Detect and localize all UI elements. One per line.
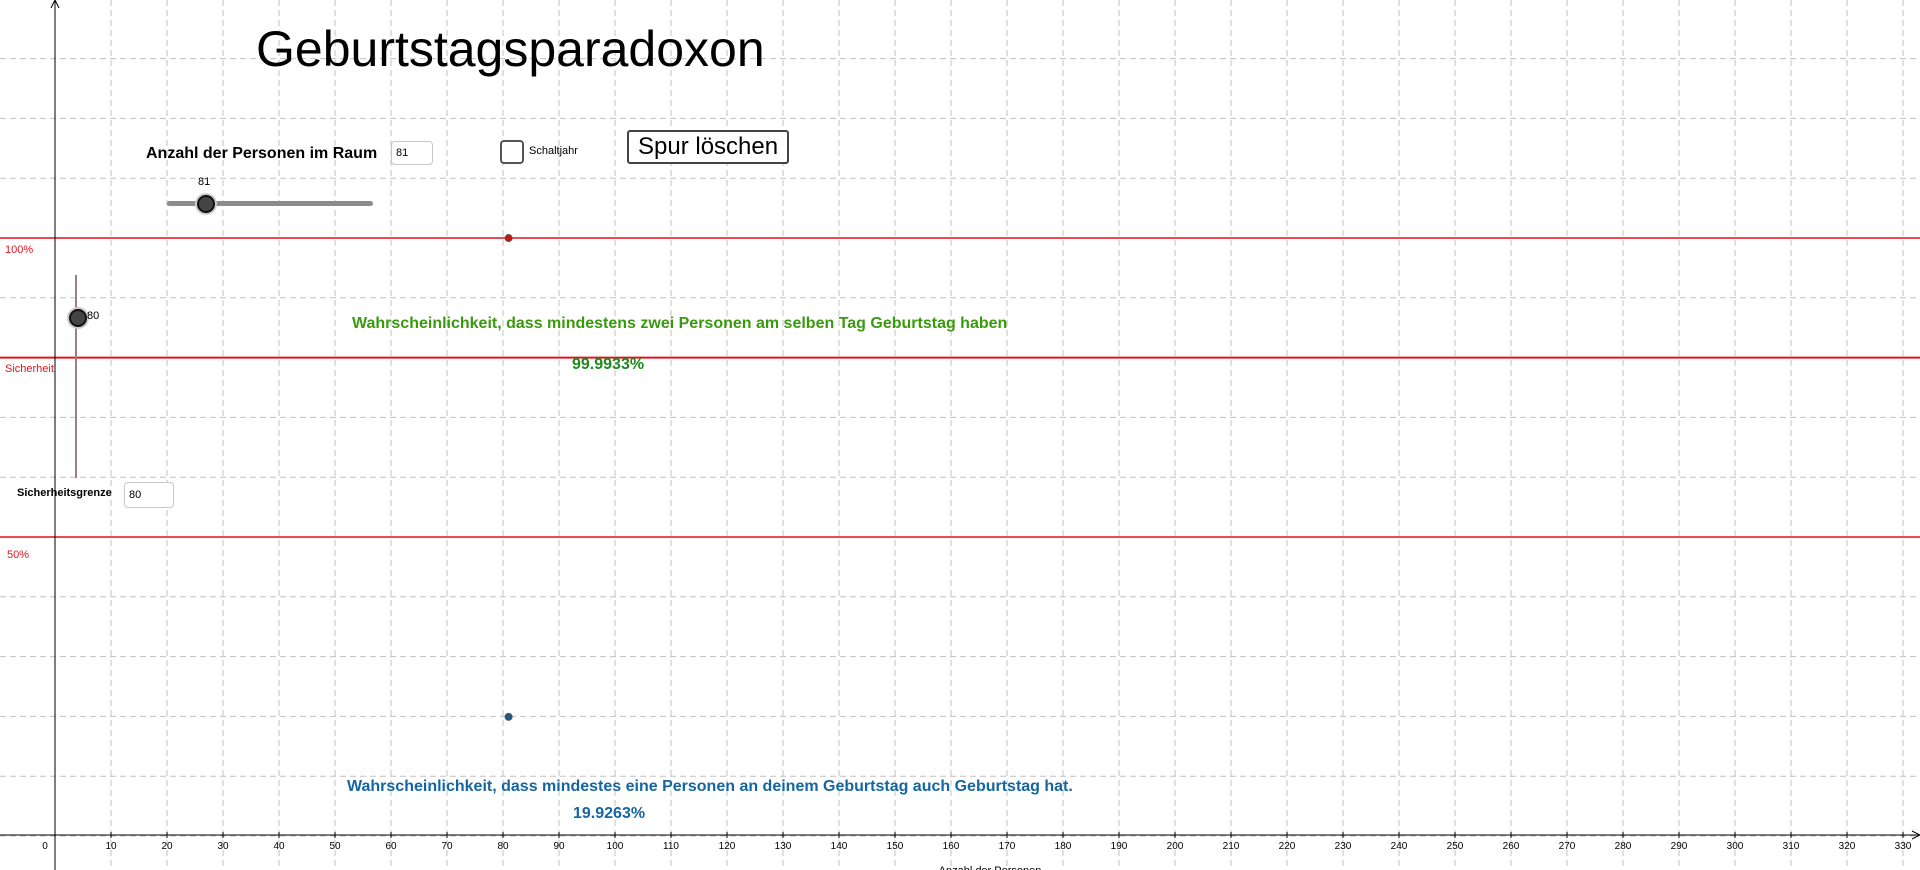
persons-slider-handle[interactable] [197,195,215,213]
clear-trace-button[interactable]: Spur löschen [627,130,790,164]
page-title: Geburtstagsparadoxon [256,21,765,77]
persons-label: Anzahl der Personen im Raum [146,145,378,162]
x-tick-label: 20 [161,841,173,852]
x-tick-label: 160 [943,841,960,852]
level-50-label: 50% [7,549,30,561]
x-tick-label: 100 [607,841,624,852]
x-tick-label: 120 [719,841,736,852]
x-tick-label: 40 [273,841,285,852]
safety-slider-track[interactable] [75,275,77,478]
x-tick-label: 230 [1335,841,1352,852]
x-tick-label: 180 [1055,841,1072,852]
coordinate-grid: 0 10 20 30 40 50 60 70 80 90 100 110 120 130 140 150 160… [0,0,1920,870]
safety-limit-input[interactable]: 80 [124,482,174,508]
x-tick-label: 0 [42,841,48,852]
x-tick-label: 90 [553,841,565,852]
x-tick-label: 330 [1895,841,1912,852]
safety-slider-handle[interactable] [69,309,87,327]
x-tick-label: 30 [217,841,229,852]
x-tick-label: 210 [1223,841,1240,852]
prob-same-day-value: 99.9933% [572,356,645,373]
x-tick-label: 150 [887,841,904,852]
x-tick-label: 270 [1559,841,1576,852]
prob-your-birthday-value: 19.9263% [573,805,646,822]
x-tick-label: 250 [1447,841,1464,852]
prob-your-birthday-text: Wahrscheinlichkeit, dass mindestes eine … [347,778,1073,795]
level-100-label: 100% [5,244,34,256]
x-tick-label: 70 [441,841,453,852]
prob-same-day-text: Wahrscheinlichkeit, dass mindestens zwei… [352,315,1008,332]
persons-slider-value: 81 [198,176,211,188]
x-tick-label: 310 [1783,841,1800,852]
leap-year-checkbox[interactable] [500,140,524,164]
x-tick-label: 190 [1111,841,1128,852]
safety-limit-label: Sicherheitsgrenze [17,487,112,499]
x-tick-label: 60 [385,841,397,852]
x-tick-label: 10 [105,841,117,852]
x-tick-label: 300 [1727,841,1744,852]
x-tick-label: 240 [1391,841,1408,852]
x-tick-label: 50 [329,841,341,852]
x-tick-label: 130 [775,841,792,852]
safety-slider-value: 80 [87,310,100,322]
x-tick-label: 290 [1671,841,1688,852]
x-tick-label: 320 [1839,841,1856,852]
persons-input[interactable]: 81 [391,141,433,165]
x-tick-label: 170 [999,841,1016,852]
x-tick-label: 110 [663,841,679,852]
x-tick-label: 80 [497,841,509,852]
x-tick-label: 200 [1167,841,1184,852]
x-tick-label: 260 [1503,841,1520,852]
point-your-birthday [504,712,513,721]
x-axis-label: Anzahl der Personen [939,865,1042,870]
leap-year-label: Schaltjahr [529,145,578,157]
safety-line-label: Sicherheit [5,363,54,375]
point-same-day [504,234,513,243]
x-tick-label: 220 [1279,841,1296,852]
x-tick-label: 280 [1615,841,1632,852]
x-tick-label: 140 [831,841,848,852]
